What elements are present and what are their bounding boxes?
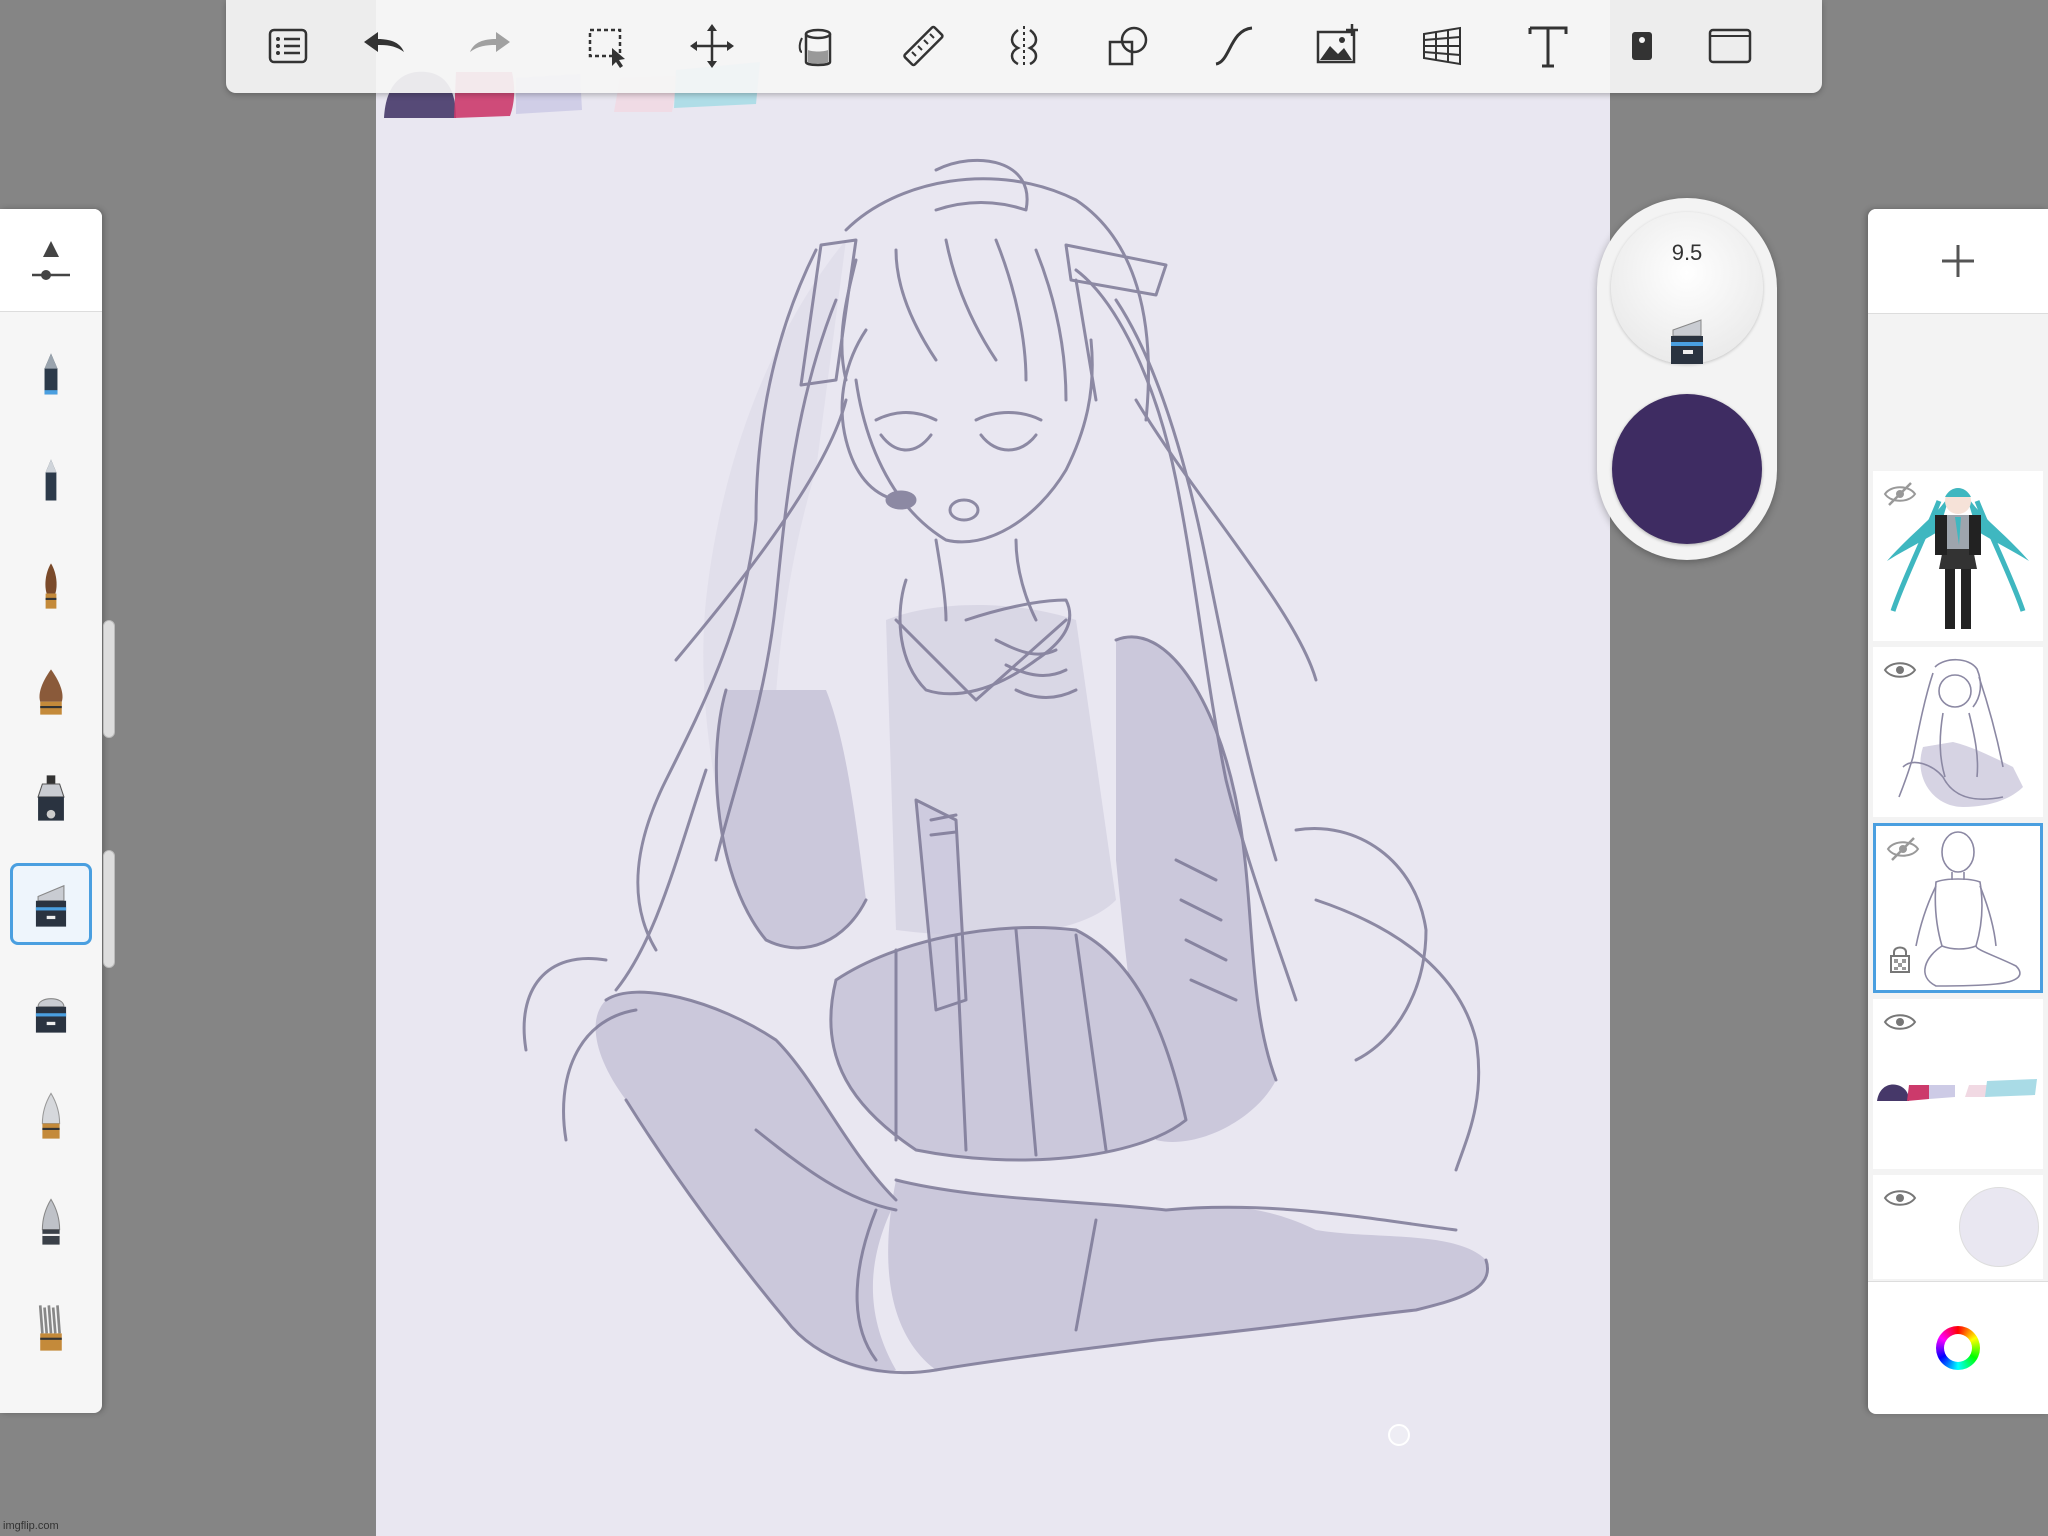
layer-sketch[interactable] [1873,647,2043,817]
symmetry-icon[interactable] [992,14,1056,78]
layers-panel [1868,209,2048,1414]
brush-airbrush[interactable] [10,757,92,839]
brush-pencil[interactable] [10,333,92,415]
color-puck[interactable] [1612,394,1762,544]
brush-puck: 9.5 [1597,198,1777,560]
sketch-artwork [384,62,1490,1374]
redo-icon[interactable] [460,14,524,78]
canvas-page-indicator [1388,1424,1410,1446]
layer-reference[interactable] [1873,471,2043,641]
scan-icon[interactable] [1610,14,1674,78]
flat-brush-icon [39,669,63,715]
size-puck[interactable]: 9.5 [1611,212,1763,364]
color-wheel-button[interactable] [1868,1281,2048,1414]
text-icon[interactable] [1516,14,1580,78]
visible-eye-icon[interactable] [1883,657,1917,683]
palette-thumb-swatch [1877,1084,1909,1101]
brush-flat-brush[interactable] [10,651,92,733]
brush-size-slider[interactable] [103,620,115,738]
airbrush-icon [37,775,65,821]
brush-chisel-marker[interactable] [10,969,92,1051]
brush-soft-eraser[interactable] [10,1075,92,1157]
marker-brush-icon [1671,319,1703,364]
background-color-swatch[interactable] [1959,1187,2039,1267]
top-toolbar [226,0,1822,93]
brush-settings-button[interactable] [0,209,102,312]
add-layer-button[interactable] [1868,209,2048,314]
chisel-marker-icon [35,998,67,1033]
transform-icon[interactable] [680,14,744,78]
pencil-icon [44,353,58,395]
brush-size-value: 9.5 [1671,240,1703,265]
brush-hard-eraser[interactable] [10,1181,92,1263]
lock-icon[interactable] [1888,944,1912,974]
brush-opacity-slider[interactable] [103,850,115,968]
hidden-eye-icon[interactable] [1886,836,1920,862]
watermark-text: imgflip.com [3,1520,59,1532]
fill-icon[interactable] [786,14,850,78]
palette-thumb-swatch [1985,1079,2037,1097]
layer-base[interactable] [1873,823,2043,993]
visible-eye-icon[interactable] [1883,1185,1917,1211]
list-icon[interactable] [256,14,320,78]
import-image-icon[interactable] [1306,14,1370,78]
perspective-icon[interactable] [1410,14,1474,78]
brush-settings-icon [32,241,70,280]
brush-ballpoint-pen[interactable] [10,439,92,521]
brush-paintbrush[interactable] [10,545,92,627]
marker-icon [35,884,67,927]
color-wheel-icon [1936,1326,1980,1370]
hidden-eye-icon[interactable] [1883,481,1917,507]
brush-palette [0,209,102,1413]
shapes-icon[interactable] [1096,14,1160,78]
fan-brush-icon [38,1305,62,1351]
layer-palette[interactable] [1873,999,2043,1169]
ruler-icon[interactable] [890,14,954,78]
visible-eye-icon[interactable] [1883,1009,1917,1035]
selection-icon[interactable] [576,14,640,78]
fullscreen-icon[interactable] [1698,14,1762,78]
brush-fan-brush[interactable] [10,1287,92,1369]
palette-thumb-swatch [1929,1085,1955,1099]
drawing-canvas[interactable] [376,0,1610,1536]
curve-icon[interactable] [1202,14,1266,78]
palette-thumb-swatch [1907,1085,1929,1101]
hard-eraser-icon [41,1198,61,1245]
plus-icon [1942,245,1974,277]
undo-icon[interactable] [350,14,414,78]
soft-eraser-icon [41,1092,61,1139]
paintbrush-icon [45,563,57,609]
brush-marker[interactable] [10,863,92,945]
layer-background[interactable] [1873,1175,2043,1279]
ballpoint-pen-icon [45,459,57,501]
